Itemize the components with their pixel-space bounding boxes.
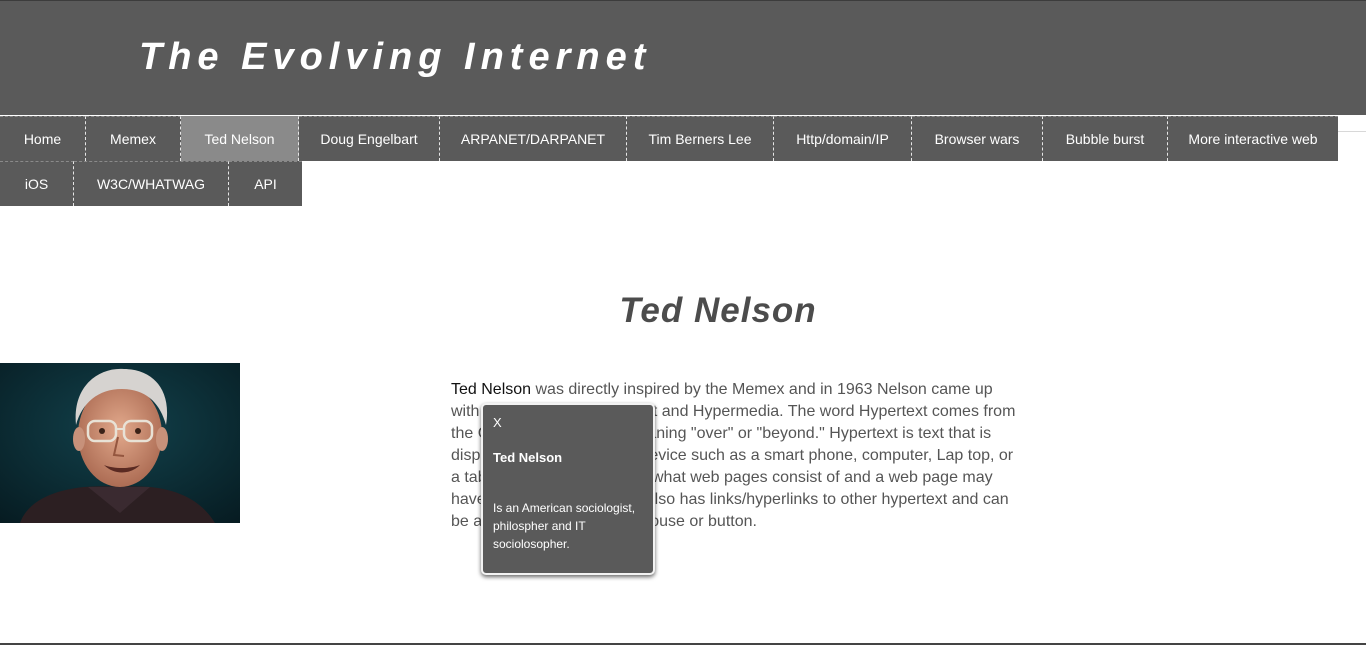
tooltip-title: Ted Nelson — [493, 450, 563, 465]
nav-item-memex[interactable]: Memex — [86, 116, 181, 161]
site-title: The Evolving Internet — [139, 36, 652, 78]
site-header: The Evolving Internet — [0, 0, 1366, 115]
nav-item-home[interactable]: Home — [0, 116, 86, 161]
portrait-illustration — [0, 363, 240, 523]
nav-item-browser-wars[interactable]: Browser wars — [912, 116, 1043, 161]
nav-item-api[interactable]: API — [229, 161, 302, 206]
nav-item-tim-berners-lee[interactable]: Tim Berners Lee — [627, 116, 774, 161]
nav-item-arpanet[interactable]: ARPANET/DARPANET — [440, 116, 627, 161]
page-title: Ted Nelson — [619, 291, 817, 330]
nav-item-bubble-burst[interactable]: Bubble burst — [1043, 116, 1168, 161]
nav-item-http-domain-ip[interactable]: Http/domain/IP — [774, 116, 912, 161]
nav-row-1: Home Memex Ted Nelson Doug Engelbart ARP… — [0, 116, 1338, 161]
nav-item-more-interactive-web[interactable]: More interactive web — [1168, 116, 1338, 161]
portrait-image — [0, 363, 240, 523]
header-divider — [1337, 131, 1366, 132]
tooltip-body: Is an American sociologist, philospher a… — [493, 501, 636, 551]
tooltip-close-button[interactable]: X — [493, 415, 502, 430]
nav-item-doug-engelbart[interactable]: Doug Engelbart — [299, 116, 440, 161]
ted-nelson-term[interactable]: Ted Nelson — [451, 381, 531, 398]
nav-item-ted-nelson[interactable]: Ted Nelson — [181, 116, 299, 161]
info-tooltip: X Ted Nelson Is an American sociologist,… — [481, 403, 655, 575]
nav-row-2: iOS W3C/WHATWAG API — [0, 161, 302, 206]
nav-item-ios[interactable]: iOS — [0, 161, 74, 206]
nav-item-w3c-whatwag[interactable]: W3C/WHATWAG — [74, 161, 229, 206]
